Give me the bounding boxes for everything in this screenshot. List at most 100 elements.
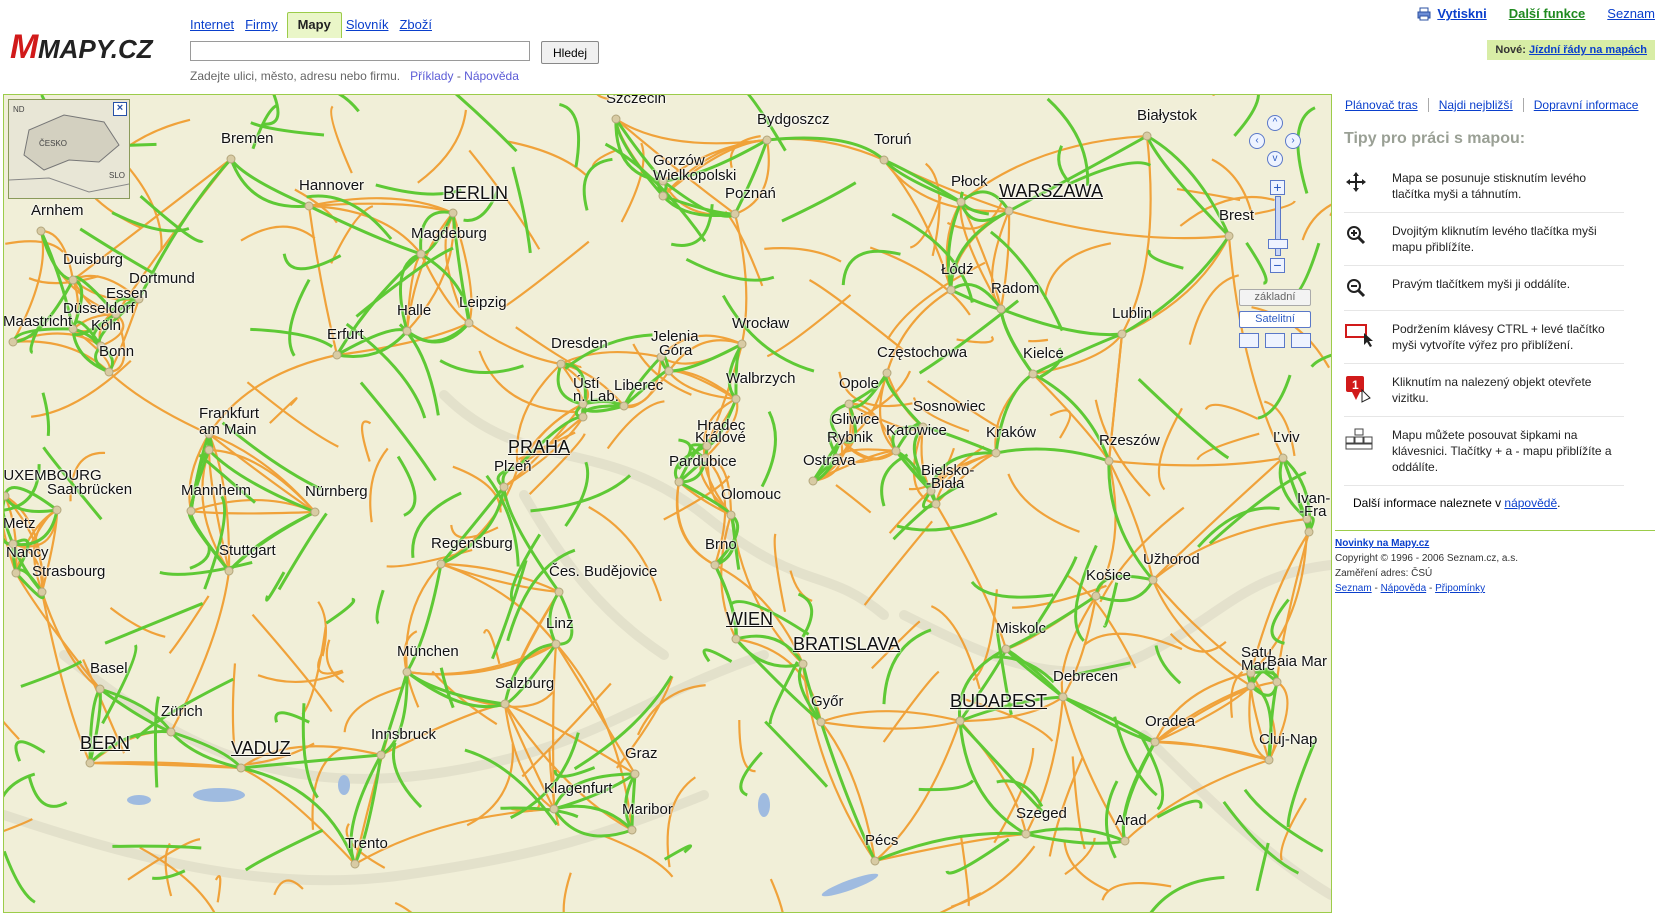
city-label[interactable]: Frankfurt bbox=[199, 406, 259, 422]
city-label[interactable]: BERN bbox=[80, 734, 130, 752]
city-label[interactable]: Częstochowa bbox=[877, 345, 967, 361]
city-label[interactable]: München bbox=[397, 644, 459, 660]
city-label[interactable]: Debrecen bbox=[1053, 669, 1118, 685]
pan-down-icon[interactable]: v bbox=[1267, 151, 1283, 167]
printer-icon[interactable] bbox=[1417, 7, 1431, 21]
city-label[interactable]: Pardubice bbox=[669, 454, 737, 470]
mapy-logo[interactable]: M MAPY.CZ bbox=[10, 28, 170, 68]
city-label[interactable]: Olomouc bbox=[721, 487, 781, 503]
city-label[interactable]: am Main bbox=[199, 422, 257, 438]
city-label[interactable]: Stuttgart bbox=[219, 543, 276, 559]
zoom-in-button[interactable]: + bbox=[1270, 180, 1285, 195]
map-type-basic-button[interactable]: základní bbox=[1239, 289, 1311, 306]
city-label[interactable]: Innsbruck bbox=[371, 727, 436, 743]
examples-link[interactable]: Příklady bbox=[410, 69, 453, 83]
city-label[interactable]: n. Lab. bbox=[573, 389, 619, 405]
city-label[interactable]: Płock bbox=[951, 174, 988, 190]
city-label[interactable]: Pécs bbox=[865, 833, 898, 849]
city-label[interactable]: Králové bbox=[695, 430, 746, 446]
city-label[interactable]: Kraków bbox=[986, 425, 1036, 441]
help-link[interactable]: Nápověda bbox=[464, 69, 519, 83]
city-label[interactable]: Duisburg bbox=[63, 252, 123, 268]
city-label[interactable]: -Fra bbox=[1299, 504, 1327, 520]
map-type-satellite-button[interactable]: Satelitní bbox=[1239, 311, 1311, 328]
city-label[interactable]: Basel bbox=[90, 661, 128, 677]
city-label[interactable]: Brest bbox=[1219, 208, 1254, 224]
city-label[interactable]: Nürnberg bbox=[305, 484, 368, 500]
city-label[interactable]: Radom bbox=[991, 281, 1039, 297]
footer-feedback-link[interactable]: Připomínky bbox=[1435, 583, 1485, 594]
city-label[interactable]: Regensburg bbox=[431, 536, 513, 552]
city-label[interactable]: Ľviv bbox=[1273, 430, 1300, 446]
city-label[interactable]: Plzeň bbox=[494, 459, 532, 475]
help-page-link[interactable]: nápovědě bbox=[1504, 496, 1557, 510]
city-label[interactable]: Baia Mar bbox=[1267, 654, 1327, 670]
city-label[interactable]: Düsseldorf bbox=[63, 301, 135, 317]
traffic-info-link[interactable]: Dopravní informace bbox=[1524, 98, 1649, 112]
city-label[interactable]: Liberec bbox=[614, 378, 663, 394]
tool-resize-icon[interactable] bbox=[1291, 333, 1311, 348]
city-label[interactable]: Saarbrücken bbox=[47, 482, 132, 498]
print-link[interactable]: Vytiskni bbox=[1437, 6, 1486, 21]
city-label[interactable]: Arad bbox=[1115, 813, 1147, 829]
city-label[interactable]: BUDAPEST bbox=[950, 692, 1047, 710]
city-label[interactable]: Katowice bbox=[886, 423, 947, 439]
city-label[interactable]: Užhorod bbox=[1143, 552, 1200, 568]
city-label[interactable]: Dresden bbox=[551, 336, 608, 352]
city-label[interactable]: Szeged bbox=[1016, 806, 1067, 822]
news-link[interactable]: Jízdní řády na mapách bbox=[1529, 44, 1647, 56]
city-label[interactable]: Opole bbox=[839, 376, 879, 392]
city-label[interactable]: WIEN bbox=[726, 610, 773, 628]
city-label[interactable]: Köln bbox=[91, 318, 121, 334]
city-label[interactable]: Rybnik bbox=[827, 430, 873, 446]
city-label[interactable]: Linz bbox=[546, 616, 574, 632]
city-label[interactable]: Bydgoszcz bbox=[757, 112, 830, 128]
footer-help-link[interactable]: Nápověda bbox=[1381, 583, 1427, 594]
city-label[interactable]: Magdeburg bbox=[411, 226, 487, 242]
city-label[interactable]: Oradea bbox=[1145, 714, 1195, 730]
city-label[interactable]: Leipzig bbox=[459, 295, 507, 311]
city-label[interactable]: Klagenfurt bbox=[544, 781, 612, 797]
city-label[interactable]: Toruń bbox=[874, 132, 912, 148]
city-label[interactable]: VADUZ bbox=[231, 739, 291, 757]
city-label[interactable]: Erfurt bbox=[327, 327, 364, 343]
more-functions-link[interactable]: Další funkce bbox=[1509, 6, 1586, 21]
tab-zbo[interactable]: Zboží bbox=[397, 17, 439, 38]
city-label[interactable]: Wielkopolski bbox=[653, 168, 736, 184]
city-label[interactable]: Čes. Budějovice bbox=[549, 564, 657, 580]
city-label[interactable]: Lublin bbox=[1112, 306, 1152, 322]
city-label[interactable]: Zürich bbox=[161, 704, 203, 720]
find-nearest-link[interactable]: Najdi nejbližší bbox=[1429, 98, 1524, 112]
city-label[interactable]: PRAHA bbox=[508, 438, 570, 456]
pan-right-icon[interactable]: › bbox=[1285, 133, 1301, 149]
city-label[interactable]: Halle bbox=[397, 303, 431, 319]
city-label[interactable]: Bonn bbox=[99, 344, 134, 360]
city-label[interactable]: WARSZAWA bbox=[999, 182, 1103, 200]
city-label[interactable]: Ostrava bbox=[803, 453, 856, 469]
city-label[interactable]: Poznań bbox=[725, 186, 776, 202]
city-label[interactable]: Rzeszów bbox=[1099, 433, 1160, 449]
city-label[interactable]: Nancy bbox=[6, 545, 49, 561]
city-label[interactable]: Trento bbox=[345, 836, 388, 852]
city-label[interactable]: Walbrzych bbox=[726, 371, 795, 387]
tool-measure-icon[interactable] bbox=[1239, 333, 1259, 348]
city-label[interactable]: Maastricht bbox=[4, 314, 72, 330]
footer-seznam-link[interactable]: Seznam bbox=[1335, 583, 1372, 594]
seznam-link[interactable]: Seznam bbox=[1607, 6, 1655, 21]
city-label[interactable]: BRATISLAVA bbox=[793, 635, 900, 653]
city-label[interactable]: Košice bbox=[1086, 568, 1131, 584]
pan-up-icon[interactable]: ^ bbox=[1267, 115, 1283, 131]
city-label[interactable]: Cluj-Nap bbox=[1259, 732, 1317, 748]
map-canvas[interactable]: Szczecin Bydgoszcz Białystok Toruń Bremen Gor… bbox=[3, 94, 1332, 913]
city-label[interactable]: Arnhem bbox=[31, 203, 84, 219]
city-label[interactable]: Maribor bbox=[622, 802, 673, 818]
minimap-close-icon[interactable]: × bbox=[113, 102, 127, 116]
city-label[interactable]: Białystok bbox=[1137, 108, 1197, 124]
city-label[interactable]: Kielce bbox=[1023, 346, 1064, 362]
tab-mapy[interactable]: Mapy bbox=[286, 12, 342, 38]
city-label[interactable]: Wrocław bbox=[732, 316, 789, 332]
tool-center-icon[interactable] bbox=[1265, 333, 1285, 348]
city-label[interactable]: BERLIN bbox=[443, 184, 508, 202]
zoom-out-button[interactable]: − bbox=[1270, 258, 1285, 273]
city-label[interactable]: Metz bbox=[4, 516, 36, 532]
